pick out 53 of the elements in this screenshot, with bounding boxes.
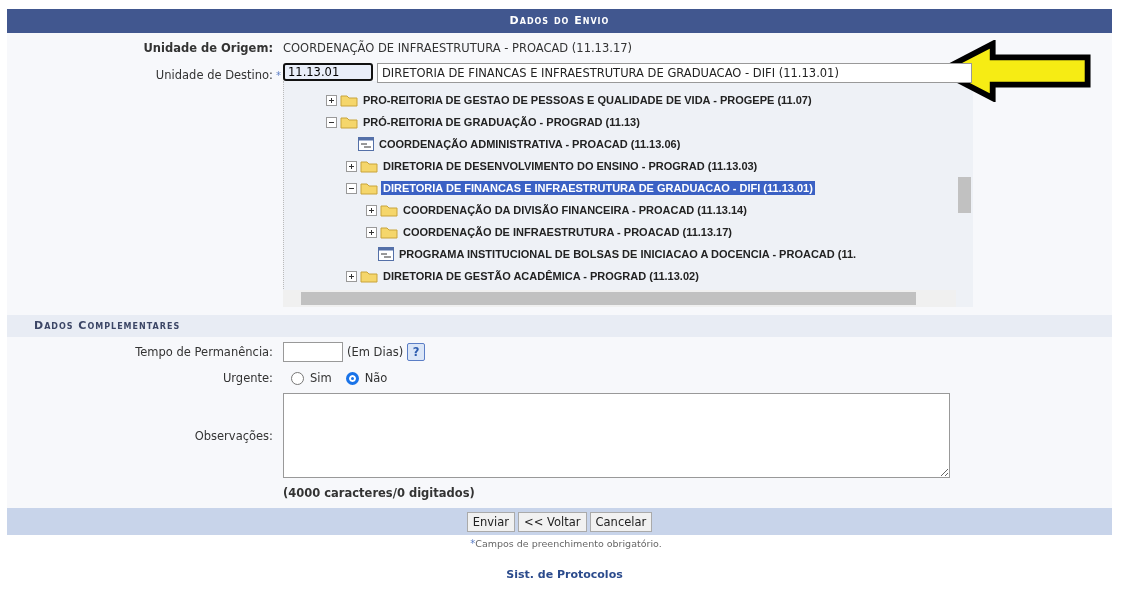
tree-item[interactable]: COORDENAÇÃO ADMINISTRATIVA - PROACAD (11.13.06) bbox=[377, 137, 683, 151]
tree-item[interactable]: PRÓ-REITORIA DE GRADUAÇÃO - PROGRAD (11.13) bbox=[361, 115, 642, 129]
tree-item[interactable]: DIRETORIA DE FINANCAS E INFRAESTRUTURA DE GRADUACAO - DIFI (11.13.01) bbox=[381, 181, 815, 195]
expand-icon[interactable] bbox=[366, 226, 377, 238]
unit-field[interactable]: DIRETORIA DE FINANCAS E INFRAESTRUTURA DE GRADUACAO - DIFI (11.13.01) bbox=[377, 63, 972, 83]
help-button[interactable]: ? bbox=[407, 343, 426, 361]
tree-item[interactable]: COORDENAÇÃO DE INFRAESTRUTURA - PROACAD (11.13.17) bbox=[401, 225, 735, 239]
folder-icon bbox=[340, 115, 358, 129]
field-label: Tempo de Permanência: bbox=[134, 345, 274, 359]
observations-field[interactable] bbox=[283, 393, 950, 478]
list-icon bbox=[378, 247, 394, 261]
radio-button[interactable] bbox=[345, 371, 359, 385]
radio-label[interactable]: Sim bbox=[310, 371, 332, 385]
expand-icon[interactable] bbox=[326, 94, 337, 106]
tree-item[interactable]: DIRETORIA DE GESTÃO ACADÊMICA - PROGRAD (11.13.02) bbox=[381, 269, 701, 283]
folder-icon bbox=[380, 203, 398, 217]
footnote-text: Campos de preenchimento obrigatório. bbox=[475, 538, 662, 549]
folder-icon bbox=[360, 159, 378, 173]
folder-icon bbox=[380, 225, 398, 239]
radio-button[interactable] bbox=[291, 371, 304, 385]
tree-item[interactable]: PRO-REITORIA DE GESTAO DE PESSOAS E QUALIDADE DE VIDA - PROGEPE (11.07) bbox=[361, 93, 814, 107]
field-label: Unidade de Destino: bbox=[155, 68, 273, 82]
folder-icon bbox=[360, 269, 378, 283]
expand-icon[interactable] bbox=[346, 160, 357, 172]
footer-link[interactable]: Sist. de Protocolos bbox=[506, 568, 623, 581]
tree-view[interactable] bbox=[283, 81, 973, 307]
tree-item[interactable]: COORDENAÇÃO DA DIVISÃO FINANCEIRA - PROACAD (11.13.14) bbox=[401, 203, 749, 217]
scrollbar[interactable] bbox=[283, 290, 956, 307]
field-value: COORDENAÇÃO DE INFRAESTRUTURA - PROACAD (11.13.17) bbox=[283, 41, 632, 55]
form-button[interactable]: Cancelar bbox=[589, 511, 653, 532]
form-button[interactable]: << Voltar bbox=[518, 511, 587, 532]
field-label: Unidade de Origem: bbox=[142, 41, 274, 55]
tree-item[interactable]: PROGRAMA INSTITUCIONAL DE BOLSAS DE INICIACAO A DOCENCIA - PROACAD (11. bbox=[397, 247, 859, 261]
days-field[interactable] bbox=[283, 342, 343, 362]
collapse-icon[interactable] bbox=[346, 182, 357, 194]
code-field[interactable]: 11.13.01 bbox=[283, 63, 373, 81]
expand-icon[interactable] bbox=[366, 204, 377, 216]
unit-text: (Em Dias) bbox=[347, 345, 404, 359]
expand-icon[interactable] bbox=[346, 270, 357, 282]
folder-icon bbox=[360, 181, 378, 195]
field-label: Observações: bbox=[193, 428, 274, 443]
required-mark: * bbox=[276, 70, 281, 81]
section-header: Dados Complementares bbox=[7, 315, 1112, 337]
form-button[interactable]: Enviar bbox=[466, 511, 516, 532]
tree-item[interactable]: DIRETORIA DE DESENVOLVIMENTO DO ENSINO - PROGRAD (11.13.03) bbox=[381, 159, 760, 173]
required-mark: * bbox=[470, 538, 476, 549]
list-icon bbox=[358, 137, 374, 151]
collapse-icon[interactable] bbox=[326, 116, 337, 128]
folder-icon bbox=[340, 93, 358, 107]
section-header: Dados do Envio bbox=[7, 9, 1112, 33]
radio-label[interactable]: Não bbox=[364, 371, 388, 385]
character-counter: (4000 caracteres/0 digitados) bbox=[283, 486, 475, 500]
field-label: Urgente: bbox=[221, 371, 274, 385]
